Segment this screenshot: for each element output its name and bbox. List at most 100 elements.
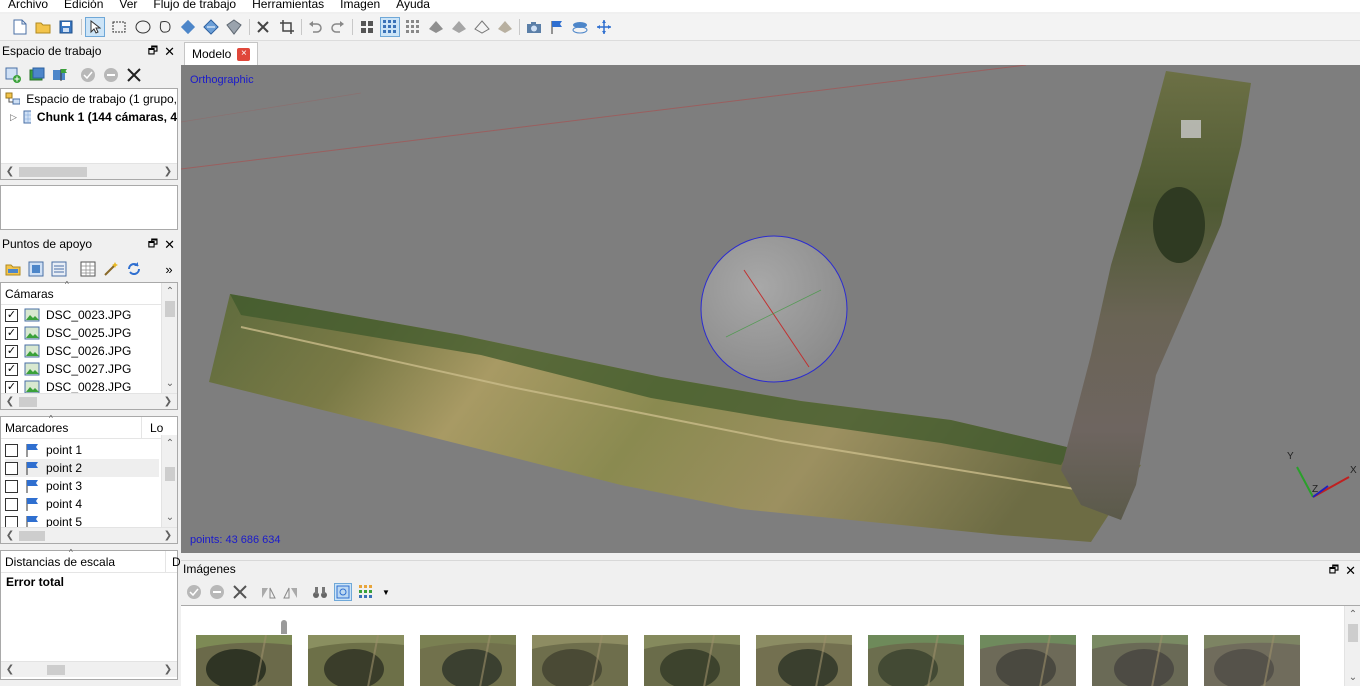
solid-model-icon[interactable] bbox=[449, 17, 469, 37]
scale-object-icon[interactable] bbox=[224, 17, 244, 37]
filter-binoculars-icon[interactable] bbox=[311, 583, 329, 601]
close-panel-icon[interactable]: ✕ bbox=[164, 42, 175, 61]
dense-cloud-view-icon[interactable] bbox=[403, 17, 423, 37]
redo-icon[interactable] bbox=[328, 17, 348, 37]
expand-arrow-icon[interactable]: ▷ bbox=[10, 112, 17, 123]
scroll-left-icon[interactable]: ❮ bbox=[3, 663, 17, 677]
disable-icon[interactable] bbox=[102, 66, 120, 84]
image-thumbnail[interactable] bbox=[196, 634, 292, 686]
scroll-thumb[interactable] bbox=[19, 397, 37, 407]
export-markers-icon[interactable] bbox=[27, 260, 45, 278]
camera-row[interactable]: ✓ DSC_0027.JPG bbox=[5, 360, 131, 378]
delete-selection-icon[interactable] bbox=[253, 17, 273, 37]
move-object-icon[interactable] bbox=[178, 17, 198, 37]
cameras-header[interactable]: Cámaras ^ bbox=[1, 280, 161, 305]
image-thumbnail[interactable] bbox=[644, 634, 740, 686]
open-folder-icon[interactable] bbox=[33, 17, 53, 37]
add-chunk-icon[interactable] bbox=[4, 66, 22, 84]
markers-hscrollbar[interactable]: ❮ ❯ bbox=[1, 527, 177, 543]
scroll-left-icon[interactable]: ❮ bbox=[3, 165, 17, 179]
scroll-thumb[interactable] bbox=[165, 467, 175, 481]
image-thumbnail[interactable] bbox=[1092, 634, 1188, 686]
optimize-cameras-icon[interactable] bbox=[125, 260, 143, 278]
navigation-cursor-icon[interactable] bbox=[85, 17, 105, 37]
camera-checkbox[interactable]: ✓ bbox=[5, 362, 18, 376]
scroll-right-icon[interactable]: ❯ bbox=[161, 165, 175, 179]
undock-icon[interactable]: 🗗 bbox=[148, 42, 158, 61]
marker-row[interactable]: point 3 bbox=[5, 477, 82, 495]
region-icon[interactable] bbox=[570, 17, 590, 37]
marker-checkbox[interactable] bbox=[5, 497, 18, 511]
new-document-icon[interactable] bbox=[10, 17, 30, 37]
menu-ayuda[interactable]: Ayuda bbox=[388, 0, 438, 12]
camera-icon[interactable] bbox=[524, 17, 544, 37]
cameras-vscrollbar[interactable]: ⌃ ⌄ bbox=[161, 283, 177, 393]
scroll-left-icon[interactable]: ❮ bbox=[3, 529, 17, 543]
marker-checkbox[interactable] bbox=[5, 479, 18, 493]
scroll-thumb[interactable] bbox=[19, 167, 87, 177]
reset-view-icon[interactable] bbox=[594, 17, 614, 37]
menu-flujo-de-trabajo[interactable]: Flujo de trabajo bbox=[145, 0, 244, 12]
add-markers-icon[interactable] bbox=[51, 66, 69, 84]
add-photos-icon[interactable] bbox=[28, 66, 46, 84]
close-tab-icon[interactable]: × bbox=[237, 47, 251, 61]
marker-checkbox[interactable] bbox=[5, 461, 18, 475]
image-thumbnail[interactable] bbox=[532, 634, 628, 686]
point-cloud-view-icon[interactable] bbox=[380, 17, 400, 37]
camera-checkbox[interactable]: ✓ bbox=[5, 326, 18, 340]
markers-header-col2[interactable]: Lo bbox=[141, 417, 163, 439]
camera-row[interactable]: ✓ DSC_0023.JPG bbox=[5, 306, 131, 324]
menu-ver[interactable]: Ver bbox=[111, 0, 145, 12]
workspace-root-item[interactable]: Espacio de trabajo (1 grupo, bbox=[5, 92, 177, 106]
dropdown-arrow-icon[interactable]: ▼ bbox=[377, 583, 395, 601]
marker-row[interactable]: point 1 bbox=[5, 441, 82, 459]
scroll-thumb[interactable] bbox=[19, 531, 45, 541]
scroll-down-icon[interactable]: ⌄ bbox=[163, 377, 177, 391]
image-thumbnail[interactable] bbox=[980, 634, 1076, 686]
enable-icon[interactable] bbox=[185, 583, 203, 601]
scroll-right-icon[interactable]: ❯ bbox=[161, 529, 175, 543]
scroll-thumb[interactable] bbox=[1348, 624, 1358, 642]
marker-row[interactable]: point 2 bbox=[5, 459, 159, 477]
close-panel-icon[interactable]: ✕ bbox=[164, 235, 175, 254]
disable-icon[interactable] bbox=[208, 583, 226, 601]
show-cameras-grid-icon[interactable] bbox=[357, 17, 377, 37]
close-panel-icon[interactable]: ✕ bbox=[1345, 562, 1356, 579]
scroll-up-icon[interactable]: ⌃ bbox=[163, 437, 177, 451]
marker-checkbox[interactable] bbox=[5, 443, 18, 457]
menu-archivo[interactable]: Archivo bbox=[0, 0, 56, 12]
model-viewport[interactable]: Orthographic points: 43 686 634 X Y Z bbox=[181, 65, 1360, 553]
spreadsheet-icon[interactable] bbox=[79, 260, 97, 278]
wireframe-model-icon[interactable] bbox=[472, 17, 492, 37]
rotate-object-icon[interactable] bbox=[201, 17, 221, 37]
remove-item-icon[interactable] bbox=[125, 66, 143, 84]
image-thumbnail[interactable] bbox=[1204, 634, 1300, 686]
update-wand-icon[interactable] bbox=[102, 260, 120, 278]
import-markers-icon[interactable] bbox=[4, 260, 22, 278]
camera-row[interactable]: ✓ DSC_0026.JPG bbox=[5, 342, 131, 360]
scalebars-header[interactable]: Distancias de escala ^ D bbox=[1, 548, 181, 573]
scroll-right-icon[interactable]: ❯ bbox=[161, 663, 175, 677]
marker-row[interactable]: point 4 bbox=[5, 495, 82, 513]
scalebars-header-col2[interactable]: D bbox=[165, 551, 181, 573]
chunk-item[interactable]: ▷ Chunk 1 (144 cámaras, 4 bbox=[10, 110, 177, 124]
workspace-hscrollbar[interactable]: ❮ ❯ bbox=[1, 163, 177, 179]
camera-checkbox[interactable]: ✓ bbox=[5, 380, 18, 394]
cameras-hscrollbar[interactable]: ❮ ❯ bbox=[1, 393, 177, 409]
camera-checkbox[interactable]: ✓ bbox=[5, 308, 18, 322]
markers-flag-icon[interactable] bbox=[547, 17, 567, 37]
tab-modelo[interactable]: Modelo × bbox=[184, 42, 258, 65]
camera-row[interactable]: ✓ DSC_0025.JPG bbox=[5, 324, 131, 342]
more-tools-icon[interactable]: » bbox=[160, 260, 178, 278]
rotate-left-icon[interactable] bbox=[259, 583, 277, 601]
scroll-down-icon[interactable]: ⌄ bbox=[1346, 671, 1360, 685]
scroll-thumb[interactable] bbox=[165, 301, 175, 317]
image-thumbnail[interactable] bbox=[756, 634, 852, 686]
scroll-right-icon[interactable]: ❯ bbox=[161, 395, 175, 409]
remove-item-icon[interactable] bbox=[231, 583, 249, 601]
images-vscrollbar[interactable]: ⌃ ⌄ bbox=[1344, 606, 1360, 686]
undo-icon[interactable] bbox=[305, 17, 325, 37]
free-form-selection-icon[interactable] bbox=[155, 17, 175, 37]
scroll-up-icon[interactable]: ⌃ bbox=[1346, 608, 1360, 622]
image-thumbnail[interactable] bbox=[420, 634, 516, 686]
